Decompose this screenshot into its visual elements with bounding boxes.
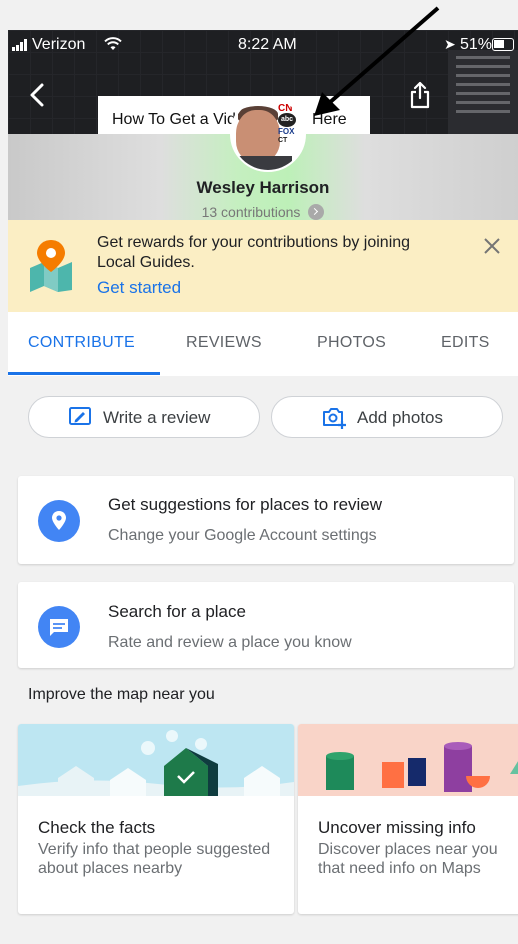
contribute-content: Write a review Add photos Get suggestion… [8,376,518,944]
status-bar: Verizon 8:22 AM ➤ 51% [8,30,518,60]
avatar-logo-fox: FOX [278,127,295,136]
improve-map-heading: Improve the map near you [28,686,215,703]
card-subtitle: Rate and review a place you know [108,634,352,651]
video-title-right: Here [312,111,347,128]
local-guides-map-icon [30,240,72,292]
card-subtitle: Change your Google Account settings [108,527,377,544]
get-started-link[interactable]: Get started [97,278,181,298]
carrier-name: Verizon [32,36,86,53]
tile-title: Uncover missing info [318,818,476,837]
add-photo-icon [323,408,346,429]
wifi-icon [104,37,122,50]
tile-description: Verify info that people suggested about … [38,841,271,877]
houses-illustration-icon [18,724,294,796]
card-title: Search for a place [108,602,246,621]
write-review-label: Write a review [103,408,211,427]
avatar-logos: CN abc FOX CT [278,103,304,145]
avatar-logo-cn: CN [278,103,293,114]
add-photos-button[interactable]: Add photos [271,396,503,438]
battery-percent: 51% [460,36,493,53]
local-guides-banner: Get rewards for your contributions by jo… [8,220,518,312]
location-arrow-icon: ➤ [444,36,456,52]
tab-photos[interactable]: PHOTOS [317,334,386,352]
write-review-button[interactable]: Write a review [28,396,260,438]
check-facts-tile[interactable]: Check the facts Verify info that people … [18,724,294,914]
share-button[interactable] [408,80,432,110]
tab-edits[interactable]: EDITS [441,334,490,352]
tab-contribute[interactable]: CONTRIBUTE [28,334,135,352]
close-icon[interactable] [482,236,502,256]
cover-photo-panel [448,50,518,134]
contributions-link[interactable]: 13 contributions [8,204,518,220]
suggestions-card[interactable]: Get suggestions for places to review Cha… [18,476,514,564]
profile-header: Verizon 8:22 AM ➤ 51% How To Get a Vid H… [8,30,518,220]
tab-reviews[interactable]: REVIEWS [186,334,262,352]
uncover-info-tile[interactable]: Uncover missing info Discover places nea… [298,724,518,914]
edit-review-icon [69,407,91,425]
video-title-left: How To Get a Vid [112,111,236,128]
shapes-illustration-icon [298,724,518,796]
avatar[interactable]: CN abc FOX CT [230,96,306,172]
location-pin-icon [38,500,80,542]
signal-icon [12,39,30,51]
active-tab-indicator [8,372,160,375]
chevron-right-icon [308,204,325,220]
contributions-count: 13 contributions [201,204,301,220]
search-place-card[interactable]: Search for a place Rate and review a pla… [18,582,514,668]
profile-tabs: CONTRIBUTE REVIEWS PHOTOS EDITS [8,312,518,376]
local-guides-text: Get rewards for your contributions by jo… [97,234,411,271]
status-time: 8:22 AM [238,36,297,53]
back-button[interactable] [26,80,50,110]
tile-title: Check the facts [38,818,156,837]
avatar-logo-abc: abc [278,113,296,127]
action-bar: Write a review Add photos [8,376,518,460]
tile-description: Discover places near you that need info … [318,841,498,877]
battery-icon [492,38,514,51]
profile-name: Wesley Harrison [196,178,330,197]
avatar-logo-ct: CT [278,137,288,144]
card-title: Get suggestions for places to review [108,495,383,514]
chat-icon [38,606,80,648]
add-photos-label: Add photos [357,408,444,427]
